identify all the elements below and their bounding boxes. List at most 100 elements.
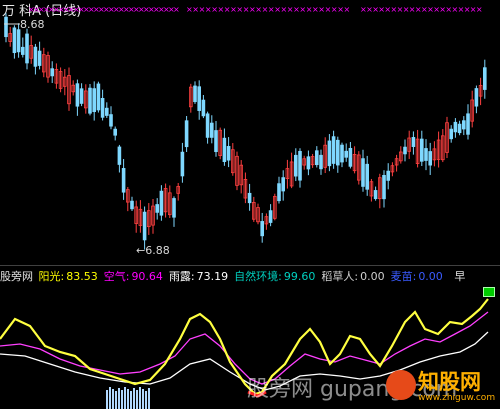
scarecrow-bar bbox=[142, 389, 144, 409]
candle-down bbox=[319, 154, 323, 170]
candle-down bbox=[260, 221, 264, 237]
candle-down bbox=[382, 174, 386, 200]
scarecrow-bar bbox=[124, 387, 126, 409]
watermark-logo: 知股网 bbox=[418, 370, 481, 394]
indicator-value: 90.64 bbox=[131, 270, 163, 283]
candle-down bbox=[155, 204, 160, 213]
candle-down bbox=[424, 148, 428, 161]
scarecrow-bar bbox=[118, 388, 120, 409]
candle-down bbox=[466, 113, 470, 135]
candle-down bbox=[4, 16, 8, 38]
candle-down bbox=[88, 87, 92, 114]
scarecrow-bar bbox=[115, 391, 117, 409]
candle-down bbox=[453, 121, 458, 133]
candle-down bbox=[184, 120, 189, 148]
candle-down bbox=[474, 88, 479, 107]
candle-down bbox=[327, 140, 332, 167]
candle-down bbox=[428, 151, 432, 166]
candle-down bbox=[159, 190, 164, 216]
candle-down bbox=[331, 136, 336, 164]
candle-down bbox=[335, 139, 340, 166]
candle-down bbox=[314, 150, 319, 166]
candle-down bbox=[214, 130, 218, 153]
scarecrow-bar bbox=[109, 387, 111, 409]
indicator-name: 自然环境: bbox=[234, 270, 282, 283]
scarecrow-bar bbox=[121, 390, 123, 409]
indicator-value: 83.53 bbox=[66, 270, 98, 283]
candle-down bbox=[461, 120, 466, 130]
candle-down bbox=[482, 67, 487, 90]
candle-down bbox=[142, 211, 147, 241]
scarecrow-bar bbox=[130, 391, 132, 409]
candle-down bbox=[226, 146, 231, 161]
candle-down bbox=[25, 33, 29, 64]
scarecrow-bar bbox=[127, 389, 129, 409]
scarecrow-bar bbox=[136, 390, 138, 409]
candle-down bbox=[205, 113, 210, 138]
candle-down bbox=[419, 138, 424, 162]
candle-down bbox=[277, 183, 281, 202]
scarecrow-bar bbox=[112, 389, 114, 409]
candle-down bbox=[33, 46, 38, 67]
indicator-value: 0.00 bbox=[418, 270, 443, 283]
candle-down bbox=[222, 137, 227, 162]
candle-down bbox=[293, 154, 298, 177]
candle-down bbox=[105, 107, 109, 116]
signal-markers: ×××××××××××××××××××××××××××××× × × × × × × × × × ×… bbox=[28, 5, 483, 14]
legend-trailing-text: 早 bbox=[454, 270, 466, 283]
candle-down bbox=[109, 114, 113, 127]
candle-down bbox=[281, 177, 285, 192]
signal-marker: × bbox=[476, 5, 483, 14]
candle-down bbox=[340, 144, 344, 163]
signal-marker: × bbox=[173, 5, 180, 14]
candle-down bbox=[306, 156, 311, 170]
candle-down bbox=[209, 122, 214, 138]
candle-down bbox=[457, 123, 462, 134]
signal-marker: × bbox=[344, 5, 351, 14]
scarecrow-bars bbox=[106, 387, 150, 409]
candle-down bbox=[348, 147, 353, 167]
indicator-value: 0.00 bbox=[360, 270, 385, 283]
candle-down bbox=[298, 150, 302, 181]
candle-down bbox=[344, 150, 348, 158]
candle-down bbox=[201, 99, 206, 117]
candle-down bbox=[92, 88, 97, 113]
candle-down bbox=[373, 190, 378, 200]
indicator-name: 雨露: bbox=[168, 270, 195, 283]
indicator-value: 73.19 bbox=[196, 270, 229, 283]
candle-down bbox=[121, 168, 126, 193]
candle-down bbox=[197, 86, 202, 111]
candle-down bbox=[403, 146, 407, 155]
candle-down bbox=[50, 68, 54, 77]
candle-down bbox=[193, 85, 197, 103]
candle-down bbox=[172, 198, 176, 218]
candle-down bbox=[411, 137, 416, 147]
candle-down bbox=[449, 128, 453, 140]
candle-down bbox=[247, 192, 252, 204]
candle-down bbox=[130, 200, 134, 210]
candle-down bbox=[268, 210, 273, 223]
scarecrow-bar bbox=[139, 387, 141, 409]
pane-divider bbox=[0, 265, 500, 266]
scarecrow-bar bbox=[145, 391, 147, 409]
indicator-name: 空气: bbox=[103, 270, 130, 283]
candle-down bbox=[20, 46, 25, 55]
candle-down bbox=[117, 146, 122, 165]
candlestick-chart[interactable]: ×××××××××××××××××××××××××××××× × × × × × × × × × ×… bbox=[0, 0, 500, 264]
candle-down bbox=[16, 29, 21, 53]
indicator-name: 稻草人: bbox=[321, 270, 359, 283]
indicator-name: 麦苗: bbox=[390, 270, 417, 283]
candle-down bbox=[100, 98, 105, 118]
candle-down bbox=[365, 163, 369, 190]
scarecrow-bar bbox=[148, 388, 150, 409]
site-label: 股旁网 bbox=[0, 270, 33, 283]
candle-down bbox=[361, 158, 365, 187]
watermark-logo-url: www.zhiguw.com bbox=[418, 393, 496, 403]
indicator-legend: 股旁网 阳光: 83.53 空气: 90.64 雨露: 73.19 自然环境: 99.60 稻草… bbox=[0, 268, 467, 284]
candle-down bbox=[37, 50, 42, 66]
candle-down bbox=[113, 128, 118, 136]
candle-down bbox=[96, 83, 101, 111]
candle-down bbox=[180, 151, 185, 177]
candle-down bbox=[75, 83, 80, 107]
candle-down bbox=[12, 27, 17, 54]
